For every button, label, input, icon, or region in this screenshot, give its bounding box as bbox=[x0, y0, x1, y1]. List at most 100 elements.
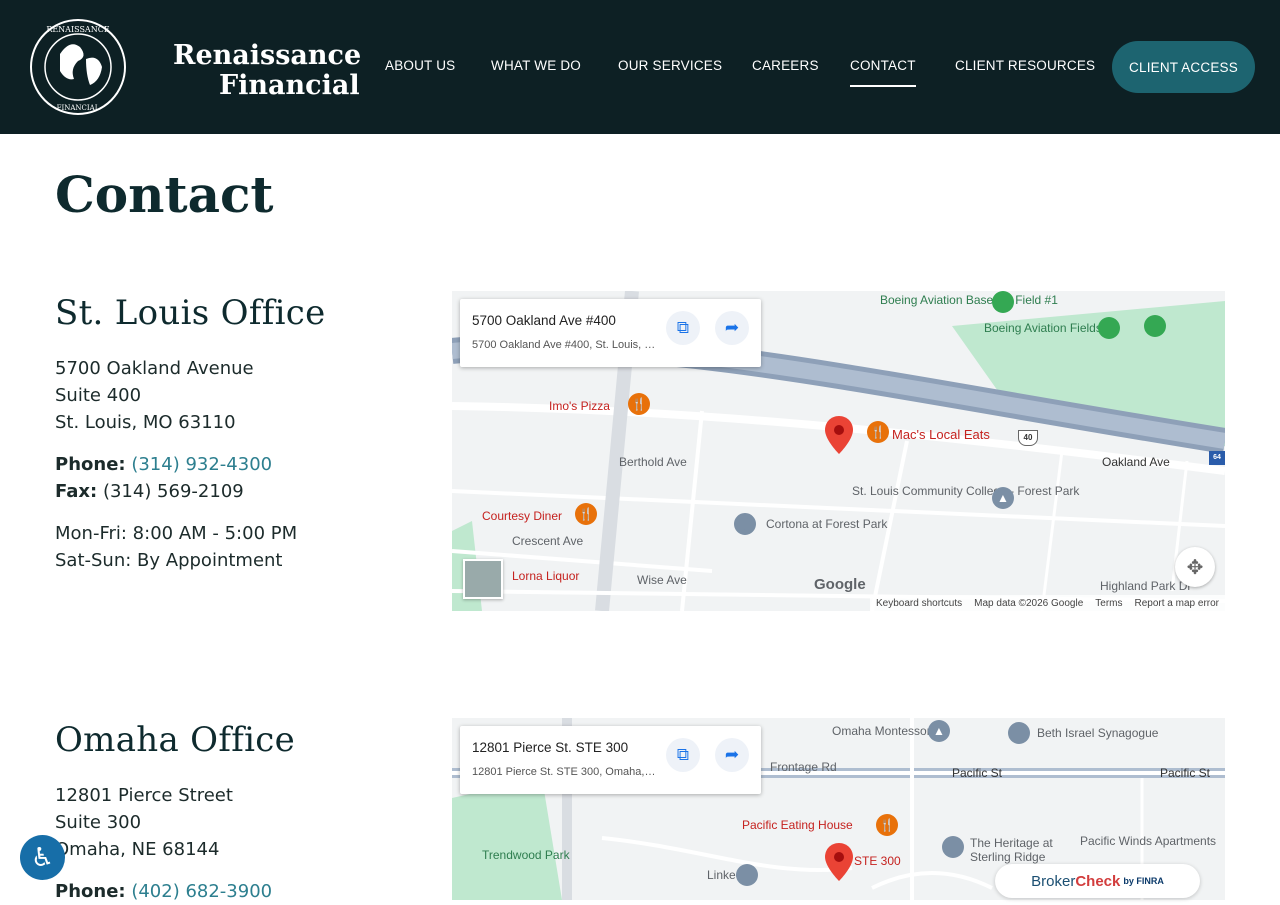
map-attribution: Keyboard shortcuts Map data ©2026 Google… bbox=[869, 595, 1225, 611]
place-card-title: 12801 Pierce St. STE 300 bbox=[472, 740, 629, 755]
phone-label: Phone: bbox=[55, 454, 126, 475]
terms-link[interactable]: Terms bbox=[1095, 598, 1122, 609]
map-label: Wise Ave bbox=[637, 573, 687, 587]
map-place-card: 5700 Oakland Ave #400 5700 Oakland Ave #… bbox=[460, 299, 761, 367]
office-city: St. Louis, MO 63110 bbox=[55, 412, 236, 433]
office-omaha: Omaha Office 12801 Pierce Street Suite 3… bbox=[55, 720, 415, 905]
brand-line-2: Financial bbox=[219, 70, 360, 101]
office-hours-weekday: Mon-Fri: 8:00 AM - 5:00 PM bbox=[55, 523, 298, 544]
client-access-button[interactable]: CLIENT ACCESS bbox=[1112, 41, 1255, 93]
brokercheck-by: by FINRA bbox=[1123, 876, 1164, 886]
keyboard-shortcuts-link[interactable]: Keyboard shortcuts bbox=[876, 598, 962, 609]
nav-what-we-do[interactable]: WHAT WE DO bbox=[491, 58, 581, 73]
office-st-louis: St. Louis Office 5700 Oakland Avenue Sui… bbox=[55, 293, 415, 574]
map-label: The Heritage at Sterling Ridge bbox=[970, 836, 1053, 864]
map-label: Beth Israel Synagogue bbox=[1037, 726, 1159, 740]
map-label: Pacific Winds Apartments bbox=[1080, 834, 1217, 848]
map-label: Lorna Liquor bbox=[512, 569, 580, 583]
place-icon[interactable] bbox=[942, 836, 964, 858]
map-label: Mac's Local Eats bbox=[892, 427, 990, 442]
site-header: RENAISSANCE FINANCIAL Renaissance Financ… bbox=[0, 0, 1280, 134]
map-label: Oakland Ave bbox=[1102, 455, 1170, 469]
restaurant-icon[interactable]: 🍴 bbox=[867, 421, 889, 443]
school-icon[interactable]: ▲ bbox=[992, 487, 1014, 509]
nav-our-services[interactable]: OUR SERVICES bbox=[618, 58, 722, 73]
map-label: Berthold Ave bbox=[619, 455, 687, 469]
globe-emblem-icon: RENAISSANCE FINANCIAL bbox=[30, 19, 126, 115]
map-label: Frontage Rd bbox=[770, 760, 837, 774]
place-card-address: 5700 Oakland Ave #400, St. Louis, MO 631… bbox=[472, 339, 656, 351]
street-view-thumbnail[interactable] bbox=[463, 559, 503, 599]
office-phone-row: Phone: (314) 932-4300 bbox=[55, 451, 415, 478]
map-label: Courtesy Diner bbox=[482, 509, 563, 523]
map-st-louis[interactable]: Boeing Aviation Baseball Field #1 Boeing… bbox=[452, 291, 1225, 611]
restaurant-icon[interactable]: 🍴 bbox=[876, 814, 898, 836]
svg-text:FINANCIAL: FINANCIAL bbox=[57, 104, 100, 112]
nav-contact[interactable]: CONTACT bbox=[850, 58, 916, 87]
nav-about-us[interactable]: ABOUT US bbox=[385, 58, 455, 73]
directions-icon[interactable]: ➦ bbox=[715, 311, 749, 345]
map-label: STE 300 bbox=[854, 854, 901, 868]
park-icon[interactable] bbox=[1144, 315, 1166, 337]
map-pin-icon[interactable] bbox=[825, 843, 853, 881]
brokercheck-broker: Broker bbox=[1031, 872, 1076, 890]
map-label: Boeing Aviation Baseball Field #1 bbox=[880, 293, 1058, 307]
fullscreen-icon[interactable]: ✥ bbox=[1175, 547, 1215, 587]
open-in-new-icon[interactable]: ⧉ bbox=[666, 311, 700, 345]
phone-link[interactable]: (314) 932-4300 bbox=[131, 454, 272, 475]
office-suite: Suite 400 bbox=[55, 385, 142, 406]
nav-client-resources[interactable]: CLIENT RESOURCES bbox=[955, 58, 1095, 73]
place-icon[interactable] bbox=[1008, 722, 1030, 744]
phone-label: Phone: bbox=[55, 881, 126, 902]
brand-line-1: Renaissance bbox=[173, 40, 362, 71]
place-icon[interactable] bbox=[734, 513, 756, 535]
report-map-error-link[interactable]: Report a map error bbox=[1135, 598, 1219, 609]
map-label: Crescent Ave bbox=[512, 534, 584, 548]
route-shield-icon: 40 bbox=[1018, 430, 1038, 446]
map-label: Cortona at Forest Park bbox=[766, 517, 888, 531]
map-label: Boeing Aviation Fields bbox=[984, 321, 1102, 335]
map-label: St. Louis Community College - Forest Par… bbox=[852, 484, 1080, 498]
map-label: Pacific St bbox=[952, 766, 1003, 780]
route-shield-icon: 64 bbox=[1209, 451, 1225, 465]
office-name: St. Louis Office bbox=[55, 293, 326, 333]
map-label: Trendwood Park bbox=[482, 848, 570, 862]
fax-number: (314) 569-2109 bbox=[102, 481, 244, 502]
brand-name: Renaissance Financial bbox=[173, 41, 361, 101]
office-street: 5700 Oakland Avenue bbox=[55, 358, 254, 379]
fax-label: Fax: bbox=[55, 481, 98, 502]
place-icon[interactable] bbox=[736, 864, 758, 886]
map-pin-icon[interactable] bbox=[825, 416, 853, 454]
office-city: Omaha, NE 68144 bbox=[55, 839, 220, 860]
open-in-new-icon[interactable]: ⧉ bbox=[666, 738, 700, 772]
restaurant-icon[interactable]: 🍴 bbox=[628, 393, 650, 415]
map-data-credit: Map data ©2026 Google bbox=[974, 597, 1084, 609]
map-label: Pacific St bbox=[1160, 766, 1211, 780]
logo[interactable]: RENAISSANCE FINANCIAL Renaissance Financ… bbox=[30, 19, 361, 119]
brokercheck-badge[interactable]: Broker Check by FINRA bbox=[995, 864, 1200, 898]
phone-link[interactable]: (402) 682-3900 bbox=[131, 881, 272, 902]
office-fax-row: Fax: (314) 569-2109 bbox=[55, 478, 415, 505]
park-icon[interactable] bbox=[992, 291, 1014, 313]
directions-icon[interactable]: ➦ bbox=[715, 738, 749, 772]
office-hours-weekend: Sat-Sun: By Appointment bbox=[55, 550, 283, 571]
brokercheck-check: Check bbox=[1075, 872, 1121, 890]
page-title: Contact bbox=[55, 165, 274, 224]
nav-careers[interactable]: CAREERS bbox=[752, 58, 819, 73]
emblem-text: RENAISSANCE bbox=[46, 25, 110, 34]
accessibility-icon[interactable]: ♿ bbox=[20, 835, 65, 880]
school-icon[interactable]: ▲ bbox=[928, 720, 950, 742]
office-name: Omaha Office bbox=[55, 720, 296, 760]
office-suite: Suite 300 bbox=[55, 812, 142, 833]
google-logo: Google bbox=[814, 576, 866, 593]
office-street: 12801 Pierce Street bbox=[55, 785, 233, 806]
map-label: Omaha Montessori bbox=[832, 724, 934, 738]
park-icon[interactable] bbox=[1098, 317, 1120, 339]
map-label: Imo's Pizza bbox=[549, 399, 610, 413]
restaurant-icon[interactable]: 🍴 bbox=[575, 503, 597, 525]
place-card-address: 12801 Pierce St. STE 300, Omaha, NE 6814… bbox=[472, 766, 656, 778]
map-label: Pacific Eating House bbox=[742, 818, 853, 832]
map-place-card: 12801 Pierce St. STE 300 12801 Pierce St… bbox=[460, 726, 761, 794]
place-card-title: 5700 Oakland Ave #400 bbox=[472, 313, 616, 328]
office-phone-row: Phone: (402) 682-3900 bbox=[55, 878, 415, 905]
